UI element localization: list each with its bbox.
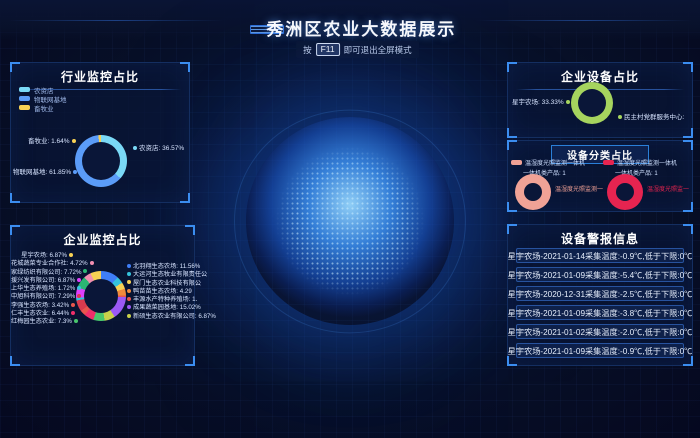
- donut-hole: [578, 89, 606, 117]
- panel-device-alerts: 设备警报信息 星宇农场-2021-01-14采集温度:-0.9℃,低于下限:0℃…: [507, 224, 693, 366]
- panel-title: 设备警报信息: [508, 225, 692, 247]
- series-dot: [74, 319, 78, 323]
- f11-keycap: F11: [316, 43, 340, 56]
- series-label: 红梅园生态农业: 7.3%: [11, 318, 75, 326]
- legend-item[interactable]: 温湿度光照监测一体机: [511, 158, 599, 167]
- callout-livestock: 畜牧业: 1.64%: [28, 135, 78, 145]
- alert-text: 星宇农场-2021-01-09采集温度:-0.9℃,低于下限:0℃: [508, 345, 693, 357]
- alert-row[interactable]: 星宇农场-2020-12-31采集温度:-2.5℃,低于下限:0℃: [516, 286, 684, 301]
- alert-row[interactable]: 星宇农场-2021-01-02采集温度:-2.0℃,低于下限:0℃: [516, 324, 684, 339]
- series-label: 屋门生态农业科技有限公: [125, 280, 197, 288]
- callout-dot: [133, 146, 137, 150]
- donut-hole: [84, 279, 118, 313]
- series-dot: [127, 314, 131, 318]
- panel-title: 行业监控占比: [11, 63, 189, 85]
- alert-row[interactable]: 星宇农场-2021-01-09采集温度:-5.4℃,低于下限:0℃: [516, 267, 684, 282]
- panel-title: 企业设备占比: [508, 63, 692, 85]
- series-dot: [127, 272, 131, 276]
- alert-row[interactable]: 星宇农场-2021-01-14采集温度:-0.9℃,低于下限:0℃: [516, 248, 684, 263]
- callout-dot: [72, 139, 76, 143]
- class-donut-chart[interactable]: [607, 174, 643, 210]
- hint-suffix: 即可退出全屏模式: [344, 44, 412, 56]
- callout-dot: [73, 170, 77, 174]
- legend-item[interactable]: 温湿度光照监测一体机: [603, 158, 691, 167]
- series-label: 鸭苗苗生态农场: 4.29: [125, 288, 197, 296]
- legend-swatch-icon: [19, 105, 30, 110]
- series-label: 中旭科有限公司: 7.29%: [11, 293, 75, 301]
- panel-title: 企业监控占比: [11, 226, 194, 248]
- series-dot: [127, 280, 131, 284]
- monitor-labels-left: 星宇农场: 6.87% 花城蔬菜专业合作社: 4.72% 家绿纺织有限公司: 7…: [11, 252, 75, 327]
- series-label: 援兴发有限公司: 6.87%: [11, 277, 75, 285]
- alert-text: 星宇农场-2021-01-14采集温度:-0.9℃,低于下限:0℃: [508, 250, 693, 262]
- callout-dot: [566, 100, 570, 104]
- legend-swatch-icon: [19, 96, 30, 101]
- series-label: 新硕生态农业有限公司: 6.87%: [125, 313, 197, 321]
- callout-store: 农资店: 36.57%: [131, 142, 184, 152]
- device-donut-chart[interactable]: [571, 82, 613, 124]
- legend-label: 畜牧业: [34, 103, 54, 113]
- header-decor-line-left: [8, 20, 223, 21]
- series-label: 李强生态农场: 3.42%: [11, 302, 75, 310]
- series-dot: [83, 269, 87, 273]
- legend-label: 温湿度光照监测一体机: [617, 158, 677, 167]
- fullscreen-hint: 按 F11 即可退出全屏模式: [296, 41, 419, 58]
- legend-label: 温湿度光照监测一体机: [525, 158, 585, 167]
- series-dot: [71, 303, 75, 307]
- industry-legend: 农资店 物联网基地 畜牧业: [19, 85, 67, 112]
- callout: 温湿度光照监测一: [555, 184, 603, 193]
- dashboard: 秀洲区农业大数据展示 按 F11 即可退出全屏模式 行业监控占比 农资店 物联网…: [0, 0, 700, 438]
- alert-text: 星宇农场-2021-01-09采集温度:-3.8℃,低于下限:0℃: [508, 307, 693, 319]
- alert-text: 星宇农场-2021-01-02采集温度:-2.0℃,低于下限:0℃: [508, 326, 693, 338]
- hint-prefix: 按: [303, 44, 312, 56]
- callout-device-right: 民主村党群服务中心:: [616, 111, 684, 121]
- header-bar: 秀洲区农业大数据展示: [0, 0, 700, 40]
- series-dot: [71, 311, 75, 315]
- series-label: 花城蔬菜专业合作社: 4.72%: [11, 260, 75, 268]
- class-donut-chart[interactable]: [515, 174, 551, 210]
- callout: 温湿度光照监一: [647, 184, 689, 193]
- panel-industry-monitor: 行业监控占比 农资店 物联网基地 畜牧业 畜牧业: 1.64% 农资店: 36.…: [10, 62, 190, 203]
- device-class-chart-1: 温湿度光照监测一体机 一体机类产品: 1 温湿度光照监测一: [511, 158, 599, 210]
- series-dot: [127, 264, 131, 268]
- series-dot: [90, 261, 94, 265]
- series-label: 大运河生态牧业有限责任公: [125, 271, 197, 279]
- series-dot: [127, 305, 131, 309]
- industry-donut-chart[interactable]: [75, 135, 127, 187]
- series-dot: [127, 289, 131, 293]
- panel-device-class: 设备分类占比 温湿度光照监测一体机 一体机类产品: 1 温湿度光照监测一 温湿度…: [507, 140, 693, 212]
- callout-device-left: 星宇农场: 33.33%: [512, 96, 568, 106]
- monitor-labels-right: 北羽翔生态农场: 11.56% 大运河生态牧业有限责任公 屋门生态农业科技有限公…: [125, 263, 197, 321]
- callout-iot: 物联网基地: 61.85%: [13, 166, 79, 176]
- series-dot: [127, 297, 131, 301]
- globe-visual: [246, 117, 454, 325]
- alert-text: 星宇农场-2020-12-31采集温度:-2.5℃,低于下限:0℃: [508, 288, 693, 300]
- legend-swatch-icon: [603, 160, 614, 165]
- alert-list: 星宇农场-2021-01-14采集温度:-0.9℃,低于下限:0℃ 星宇农场-2…: [516, 248, 684, 362]
- alert-row[interactable]: 星宇农场-2021-01-09采集温度:-0.9℃,低于下限:0℃: [516, 343, 684, 358]
- panel-enterprise-device: 企业设备占比 星宇农场: 33.33% 民主村党群服务中心:: [507, 62, 693, 138]
- callout-dot: [618, 115, 622, 119]
- series-label: 成果蔬菜园基地: 15.02%: [125, 304, 197, 312]
- legend-swatch-icon: [511, 160, 522, 165]
- page-title: 秀洲区农业大数据展示: [266, 15, 456, 40]
- donut-hole: [616, 183, 634, 201]
- globe-dot-map: [275, 146, 425, 296]
- alert-text: 星宇农场-2021-01-09采集温度:-5.4℃,低于下限:0℃: [508, 269, 693, 281]
- legend-item[interactable]: 畜牧业: [19, 103, 67, 112]
- legend-swatch-icon: [19, 87, 30, 92]
- series-dot: [69, 253, 73, 257]
- donut-hole: [524, 183, 542, 201]
- device-class-chart-2: 温湿度光照监测一体机 一体机类产品: 1 温湿度光照监一: [603, 158, 691, 210]
- series-label: 家绿纺织有限公司: 7.72%: [11, 269, 75, 277]
- donut-hole: [82, 142, 120, 180]
- panel-enterprise-monitor: 企业监控占比 星宇农场: 6.87% 花城蔬菜专业合作社: 4.72% 家绿纺织…: [10, 225, 195, 366]
- alert-row[interactable]: 星宇农场-2021-01-09采集温度:-3.8℃,低于下限:0℃: [516, 305, 684, 320]
- enterprise-donut-chart[interactable]: [76, 271, 126, 321]
- header-decor-line-right: [477, 20, 692, 21]
